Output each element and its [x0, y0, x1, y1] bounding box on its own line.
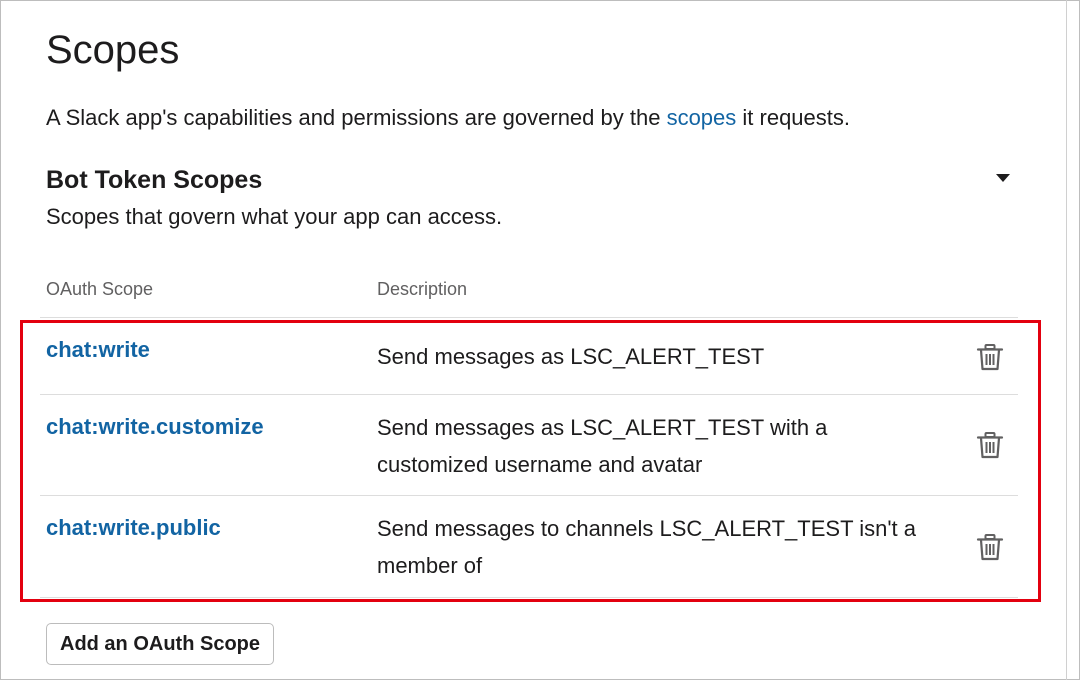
add-oauth-scope-button[interactable]: Add an OAuth Scope: [46, 623, 274, 665]
intro-text-before: A Slack app's capabilities and permissio…: [46, 105, 667, 130]
intro-text-after: it requests.: [736, 105, 850, 130]
caret-down-icon[interactable]: [990, 168, 1016, 190]
section-title: Bot Token Scopes: [46, 166, 263, 194]
scopes-link[interactable]: scopes: [667, 105, 737, 130]
table-header-divider: [40, 317, 1018, 318]
intro-text: A Slack app's capabilities and permissio…: [46, 104, 850, 132]
page-title: Scopes: [46, 28, 180, 72]
section-subtitle: Scopes that govern what your app can acc…: [46, 204, 503, 229]
scrollbar-edge: [1066, 0, 1067, 680]
column-header-oauth-scope: OAuth Scope: [46, 279, 154, 299]
column-header-description: Description: [377, 279, 468, 299]
highlight-annotation-box: [20, 320, 1041, 602]
